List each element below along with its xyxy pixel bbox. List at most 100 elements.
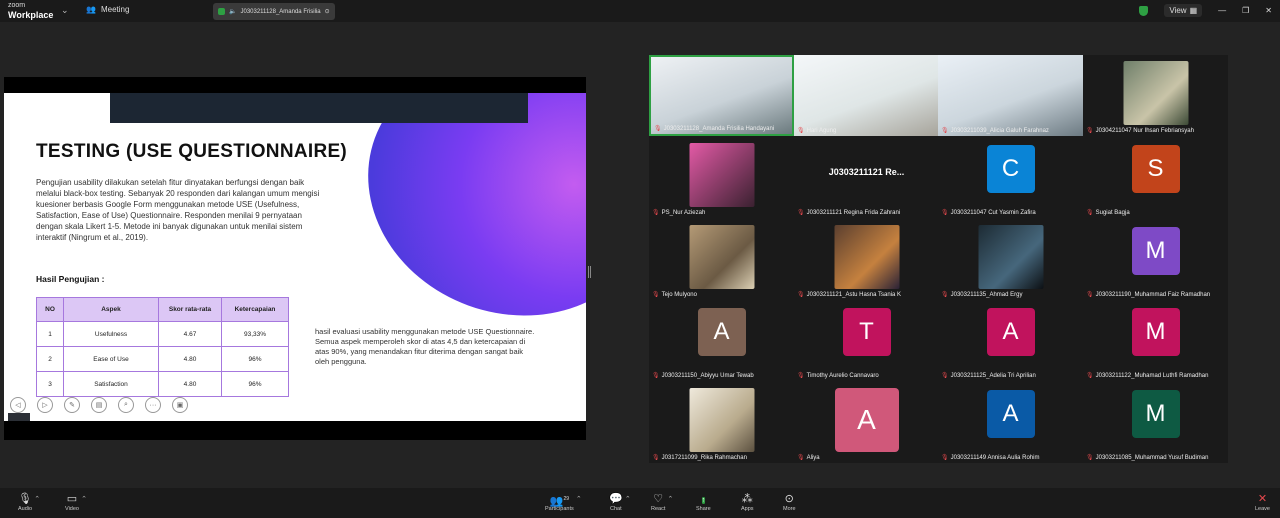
more-icon[interactable]: ···	[145, 397, 161, 413]
more-icon[interactable]: ⊙	[325, 8, 330, 15]
title-bar: zoom Workplace ⌄ 👥 Meeting 🔈 J0303211128…	[0, 0, 1280, 22]
participant-tile[interactable]: A 🎙 J0303211150_Abiyyu Umar Tewab	[649, 300, 794, 381]
leave-button[interactable]: ✕ Leave	[1255, 493, 1270, 512]
participant-tile[interactable]: A 🎙 Aliya	[794, 382, 939, 463]
share-label: Share	[696, 506, 711, 512]
audio-button[interactable]: 🎙 Audio ⌃	[18, 493, 40, 512]
table-cell: 4.67	[158, 321, 222, 347]
participant-name: 🎙 J0303211121 Regina Frida Zahrani	[797, 209, 900, 217]
back-icon[interactable]: ◁	[10, 397, 26, 413]
chat-button[interactable]: 💬 Chat ⌃	[609, 493, 631, 512]
table-cell: 4.80	[158, 346, 222, 372]
muted-mic-icon: 🎙	[797, 455, 805, 461]
participant-name: 🎙 Tejo Mulyono	[652, 291, 697, 299]
share-screen-icon: ↑	[701, 497, 706, 504]
results-heading: Hasil Pengujian :	[36, 274, 105, 284]
avatar: T	[842, 308, 891, 356]
participant-name: 🎙 J0303211150_Abiyyu Umar Tewab	[652, 372, 754, 380]
avatar: A	[834, 388, 899, 452]
table-row: 2 Ease of Use 4.80 96%	[36, 346, 289, 372]
share-button[interactable]: ↑ Share	[696, 493, 711, 512]
participant-name: 🎙 J0304211047 Nur Ihsan Febriansyah	[1086, 127, 1194, 135]
avatar: A	[697, 308, 746, 356]
participant-name-label: J0303211190_Muhammad Faiz Ramadhan	[1095, 291, 1211, 298]
participant-name-label: J0303211150_Abiyyu Umar Tewab	[661, 372, 754, 379]
zoom-logo[interactable]: zoom Workplace	[8, 2, 53, 20]
play-icon[interactable]: ▷	[37, 397, 53, 413]
grid-icon: ▦	[1189, 6, 1198, 15]
participant-name-label: J0303211125_Adelia Tri Aprilian	[950, 372, 1036, 379]
minimize-icon[interactable]: —	[1218, 6, 1226, 15]
chevron-down-icon[interactable]: ⌄	[61, 5, 69, 16]
participant-tile[interactable]: 🎙 J0304211047 Nur Ihsan Febriansyah	[1083, 55, 1228, 136]
participant-name: 🎙 J0303211122_Muhamad Luthfi Ramadhan	[1086, 372, 1209, 380]
chevron-up-icon[interactable]: ⌃	[34, 495, 40, 503]
slides-icon[interactable]: ▤	[91, 397, 107, 413]
pen-icon[interactable]: ✎	[64, 397, 80, 413]
participant-tile[interactable]: T 🎙 Timothy Aurelio Cannavaro	[794, 300, 939, 381]
view-button[interactable]: View ▦	[1164, 4, 1203, 17]
muted-mic-icon: 🎙	[652, 373, 660, 379]
slide-paragraph: Pengujian usability dilakukan setelah fi…	[36, 178, 320, 242]
participant-tile[interactable]: 🎙 J0303211135_Ahmad Ergy	[938, 219, 1083, 300]
participant-tile[interactable]: 🎙 PS_Nur Aziezah	[649, 137, 794, 218]
table-cell: 3	[36, 371, 64, 397]
participant-photo	[1123, 61, 1188, 125]
chat-label: Chat	[610, 506, 622, 512]
brand-line1: zoom	[8, 2, 26, 9]
participant-name: 🎙 J0303211128_Amanda Frisilia Handayani	[654, 125, 774, 133]
avatar: M	[1131, 390, 1180, 438]
participant-tile[interactable]: C 🎙 J0303211047 Cut Yasmin Zafira	[938, 137, 1083, 218]
meeting-tab[interactable]: 👥 Meeting	[86, 5, 129, 14]
table-cell: 96%	[221, 346, 289, 372]
participant-tile[interactable]: M 🎙 J0303211085_Muhammad Yusuf Budiman	[1083, 382, 1228, 463]
participants-label: Participants	[545, 506, 574, 512]
more-button[interactable]: ⊙ More	[783, 493, 796, 512]
chevron-up-icon[interactable]: ⌃	[81, 495, 87, 503]
video-button[interactable]: ▭ Video ⌃	[65, 493, 87, 512]
participants-count: 29	[563, 496, 569, 502]
participant-tile[interactable]: M 🎙 J0303211122_Muhamad Luthfi Ramadhan	[1083, 300, 1228, 381]
participant-tile[interactable]: A 🎙 J0303211149 Annisa Aulia Rohim	[938, 382, 1083, 463]
participants-button[interactable]: 👥29 Participants ⌃	[545, 493, 582, 512]
table-header: NO	[36, 297, 64, 322]
participant-name: 🎙 J0317211099_Rika Rahmachan	[652, 454, 747, 462]
avatar: M	[1131, 308, 1180, 356]
chevron-up-icon[interactable]: ⌃	[668, 495, 674, 503]
participant-tile[interactable]: 🎙 J0303211128_Amanda Frisilia Handayani	[649, 55, 794, 136]
table-row: 1 Usefulness 4.67 93,33%	[36, 321, 289, 347]
shared-screen: TESTING (USE QUESTIONNAIRE) Pengujian us…	[4, 77, 586, 440]
share-tab[interactable]: 🔈 J0303211128_Amanda Frisilia ⊙	[213, 3, 335, 20]
participant-tile[interactable]: 🎙 J0317211099_Rika Rahmachan	[649, 382, 794, 463]
zoom-icon[interactable]: ⌕	[118, 397, 134, 413]
table-cell: 1	[36, 321, 64, 347]
participant-tile[interactable]: 🎙 Tejo Mulyono	[649, 219, 794, 300]
participant-tile[interactable]: A 🎙 J0303211125_Adelia Tri Aprilian	[938, 300, 1083, 381]
participant-tile[interactable]: 🎙 J0303211039_Alicia Galuh Farahnaz	[938, 55, 1083, 136]
participant-photo	[834, 225, 899, 289]
participant-tile[interactable]: 🎙 J0303211121_Astu Hasna Tsania K	[794, 219, 939, 300]
slide-conclusion: hasil evaluasi usability menggunakan met…	[315, 327, 535, 366]
participant-video	[651, 57, 792, 134]
window-controls: View ▦ — ❐ ✕	[1139, 4, 1272, 17]
table-row: 3 Satisfaction 4.80 96%	[36, 371, 289, 397]
chevron-up-icon[interactable]: ⌃	[576, 495, 582, 503]
speaker-icon: 🔈	[229, 9, 237, 15]
participant-tile[interactable]: M 🎙 J0303211190_Muhammad Faiz Ramadhan	[1083, 219, 1228, 300]
apps-button[interactable]: ⁂ Apps	[741, 493, 754, 512]
chevron-up-icon[interactable]: ⌃	[625, 495, 631, 503]
restore-icon[interactable]: ❐	[1242, 6, 1249, 15]
table-header: Skor rata-rata	[158, 297, 222, 322]
subtitles-icon[interactable]: ▣	[172, 397, 188, 413]
participant-tile[interactable]: J0303211121 Re... 🎙 J0303211121 Regina Fri…	[794, 137, 939, 218]
shield-icon[interactable]	[1139, 5, 1149, 16]
close-icon[interactable]: ✕	[1265, 6, 1272, 15]
react-button[interactable]: ♡ React ⌃	[651, 493, 673, 512]
avatar: S	[1131, 145, 1180, 193]
participant-tile[interactable]: 🎙 Hari Agung	[794, 55, 939, 136]
participant-name-label: J0303211135_Ahmad Ergy	[950, 291, 1023, 298]
participant-tile[interactable]: S 🎙 Sugiat Bagja	[1083, 137, 1228, 218]
avatar: A	[986, 308, 1035, 356]
resize-handle[interactable]	[588, 266, 591, 278]
table-header-row: NO Aspek Skor rata-rata Ketercapaian	[36, 297, 289, 322]
